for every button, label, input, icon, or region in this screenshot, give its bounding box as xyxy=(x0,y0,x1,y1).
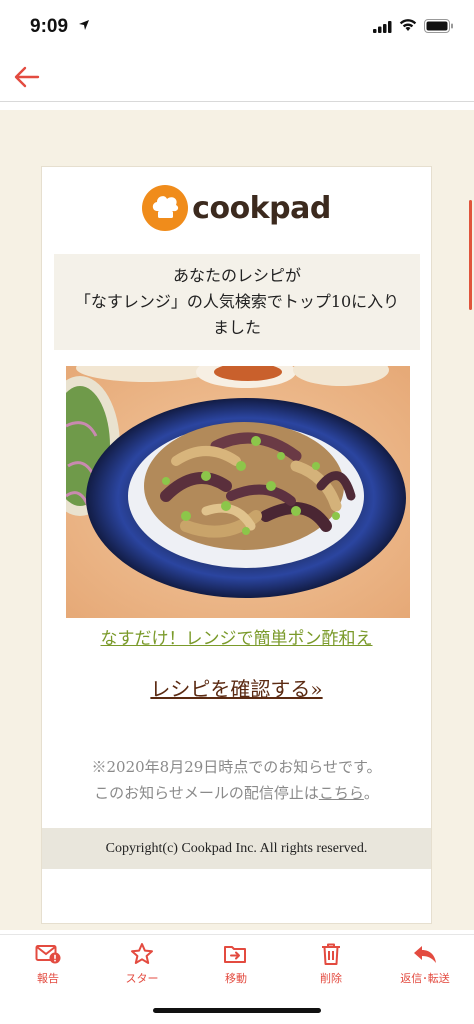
report-mail-icon xyxy=(35,941,61,967)
scrollbar[interactable] xyxy=(469,200,472,310)
star-label: スター xyxy=(125,972,159,985)
notice-line: あなたのレシピが xyxy=(172,266,301,285)
reply-forward-label: 返信･転送 xyxy=(400,972,450,985)
trash-icon xyxy=(318,941,344,967)
cookpad-logo: cookpad xyxy=(42,183,431,233)
navigation-bar xyxy=(0,52,474,102)
unsubscribe-link[interactable]: こちら xyxy=(319,784,364,802)
wifi-icon xyxy=(399,19,417,31)
battery-icon xyxy=(424,19,453,33)
chef-hat-icon xyxy=(142,185,189,231)
delete-label: 削除 xyxy=(320,972,342,985)
move-folder-icon xyxy=(223,941,249,967)
confirm-recipe-link[interactable]: レシピを確認する» xyxy=(42,673,431,702)
mail-card: cookpad あなたのレシピが 「なすレンジ」の人気検索でトップ10に入り ま… xyxy=(41,166,432,924)
copyright: Copyright(c) Cookpad Inc. All rights res… xyxy=(42,828,431,869)
logo-text: cookpad xyxy=(192,190,331,226)
recipe-photo[interactable] xyxy=(66,366,410,618)
footnote-text: このお知らせメールの配信停止は xyxy=(94,784,319,802)
footnote-date: ※2020年8月29日時点でのお知らせです。 xyxy=(91,758,382,776)
location-arrow-icon xyxy=(79,20,89,30)
notice-message: あなたのレシピが 「なすレンジ」の人気検索でトップ10に入り ました xyxy=(54,254,420,350)
mail-body[interactable]: cookpad あなたのレシピが 「なすレンジ」の人気検索でトップ10に入り ま… xyxy=(0,110,474,930)
home-indicator xyxy=(153,1008,321,1013)
reply-icon xyxy=(412,941,438,967)
star-button[interactable]: スター xyxy=(102,941,182,989)
notice-line: ました xyxy=(212,318,261,337)
delete-button[interactable]: 削除 xyxy=(291,941,371,989)
footnote-period: 。 xyxy=(363,784,379,802)
back-button[interactable] xyxy=(10,60,44,94)
star-icon xyxy=(129,941,155,967)
status-time: 9:09 xyxy=(30,16,69,37)
move-label: 移動 xyxy=(225,972,247,985)
reply-forward-button[interactable]: 返信･転送 xyxy=(385,941,465,989)
footnote-unsubscribe-line: このお知らせメールの配信停止はこちら。 xyxy=(42,780,431,806)
report-button[interactable]: 報告 xyxy=(8,941,88,989)
recipe-title-link[interactable]: なすだけ！レンジで簡単ポン酢和え xyxy=(42,624,431,649)
notice-line: 「なすレンジ」の人気検索でトップ10に入り xyxy=(74,292,400,311)
status-bar: 9:09 xyxy=(0,0,474,52)
report-label: 報告 xyxy=(37,972,59,985)
footnote: ※2020年8月29日時点でのお知らせです。 このお知らせメールの配信停止はこち… xyxy=(42,754,431,806)
copyright-text: Copyright(c) Cookpad Inc. All rights res… xyxy=(105,840,368,856)
cellular-signal-icon xyxy=(373,21,392,33)
back-arrow-icon xyxy=(14,66,40,88)
move-button[interactable]: 移動 xyxy=(196,941,276,989)
